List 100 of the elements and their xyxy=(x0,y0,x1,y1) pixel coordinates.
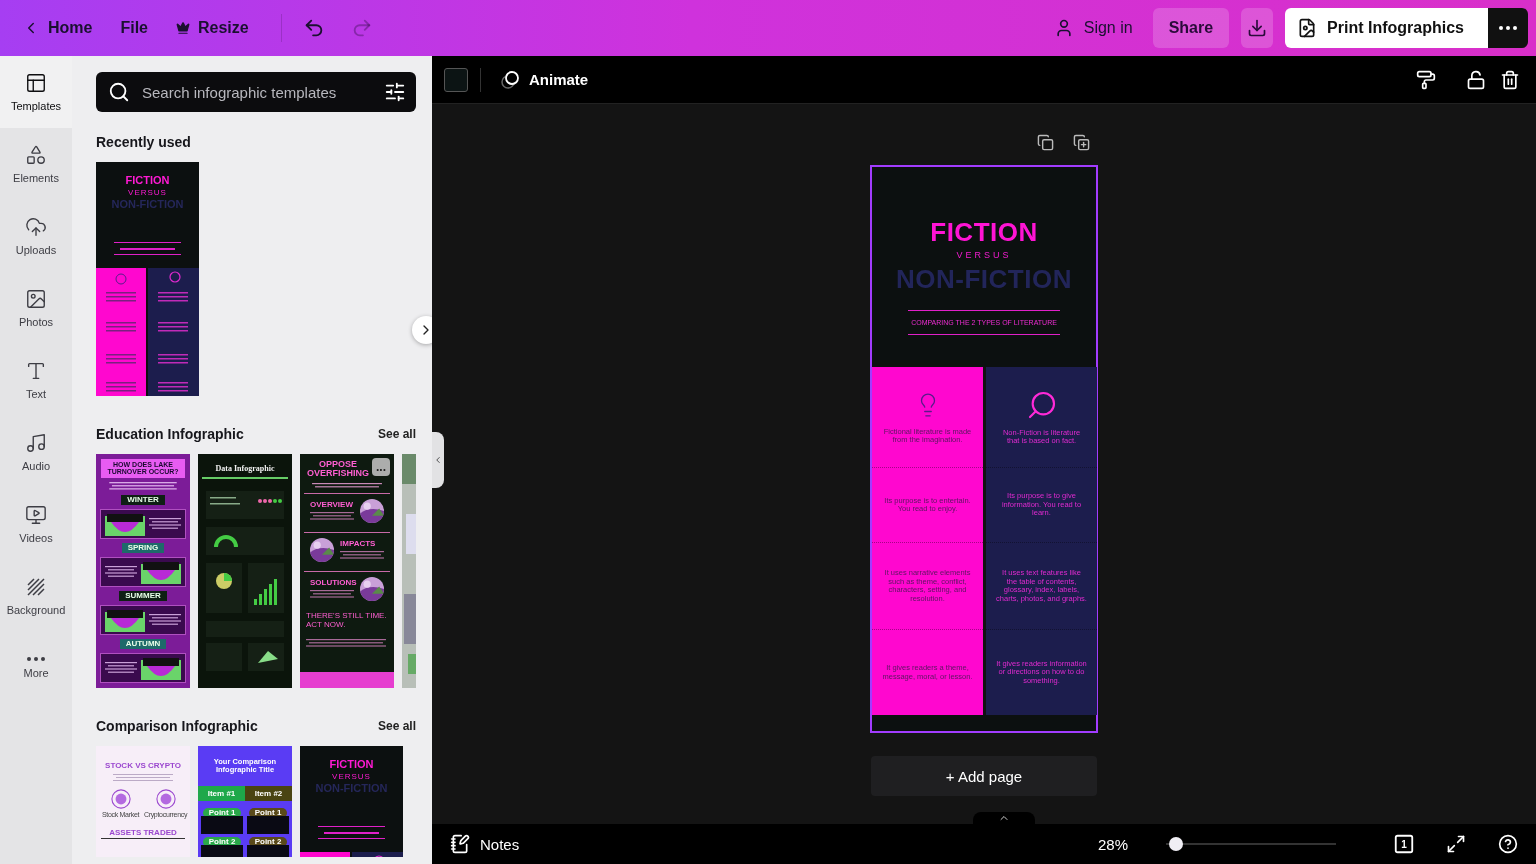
text-lines-drawing xyxy=(149,613,181,627)
season-label: WINTER xyxy=(121,495,165,505)
see-all-link[interactable]: See all xyxy=(377,427,416,441)
template-thumbnail[interactable]: FICTION VERSUS NON-FICTION xyxy=(96,162,199,396)
page-icon xyxy=(1393,833,1415,855)
page-count-button[interactable]: 1 xyxy=(1388,828,1420,860)
chart-bar xyxy=(254,599,257,606)
thumbnail-card xyxy=(247,815,289,834)
text-lines-drawing xyxy=(210,497,240,505)
item-header: Item #2 xyxy=(245,785,292,801)
section-title: Comparison Infographic xyxy=(96,718,258,734)
thumbnail-title: NON-FICTION xyxy=(111,198,184,211)
template-thumbnail[interactable] xyxy=(402,454,416,688)
text-lines-drawing xyxy=(312,482,382,490)
sidebar-tab[interactable]: More xyxy=(0,632,72,704)
more-button[interactable] xyxy=(1488,8,1528,48)
search-input[interactable]: Search infographic templates xyxy=(140,82,374,102)
lake-drawing xyxy=(141,560,181,584)
filter-icon xyxy=(384,81,406,103)
add-icon xyxy=(1072,133,1090,151)
thumbnail-title: FICTION xyxy=(329,759,374,771)
download-button[interactable] xyxy=(1241,8,1274,48)
download-icon xyxy=(1247,18,1268,38)
thumbnail-title: OPPOSE OVERFISHING xyxy=(306,460,370,479)
menu-button[interactable]: Resize xyxy=(166,8,259,48)
thumbnail-title: NON-FICTION xyxy=(315,782,388,795)
thumbnail-text: VERSUS xyxy=(128,188,167,197)
trash-icon xyxy=(1500,69,1520,90)
sidebar-tab[interactable]: Text xyxy=(0,344,72,416)
tab-icon xyxy=(25,216,47,238)
thumbnail-title: STOCK VS CRYPTO xyxy=(105,762,181,771)
menu-button[interactable]: File xyxy=(110,8,158,48)
design-text: VERSUS xyxy=(956,249,1012,261)
template-thumbnail[interactable]: FICTION VERSUS NON-FICTION xyxy=(300,746,403,857)
lake-drawing xyxy=(105,512,145,536)
notes-button[interactable]: Notes xyxy=(444,833,526,855)
more-icon xyxy=(27,657,45,661)
add-page-button[interactable]: + Add page xyxy=(871,756,1097,796)
menu-button[interactable]: Home xyxy=(12,8,103,48)
sidebar-tab[interactable]: Audio xyxy=(0,416,72,488)
paint-roller-icon xyxy=(1416,69,1436,90)
slider-thumb[interactable] xyxy=(1169,837,1184,851)
coin-icon xyxy=(110,789,131,810)
tab-icon xyxy=(25,504,47,526)
table-heading: ASSETS TRADED xyxy=(101,828,185,840)
section-heading: OVERVIEW xyxy=(310,500,353,510)
section-heading: IMPACTS xyxy=(340,539,376,549)
text-lines-drawing xyxy=(105,565,137,579)
design-title: NON-FICTION xyxy=(896,264,1072,294)
item-header: Item #1 xyxy=(198,785,245,801)
gauge-arc xyxy=(214,535,238,548)
sidebar-tab[interactable]: Background xyxy=(0,560,72,632)
sidebar-tab[interactable]: Videos xyxy=(0,488,72,560)
section-title: Education Infographic xyxy=(96,426,244,442)
text-lines-drawing xyxy=(105,661,137,675)
thumbnail-title: FICTION xyxy=(125,175,170,187)
chevron-left-icon xyxy=(433,455,443,465)
copy-icon xyxy=(1036,133,1054,151)
tab-icon xyxy=(25,144,47,166)
share-button[interactable]: Share xyxy=(1152,8,1230,48)
see-all-link[interactable]: See all xyxy=(377,719,416,733)
next-button[interactable] xyxy=(412,316,432,344)
design-page[interactable] xyxy=(870,165,1098,733)
tab-icon xyxy=(25,288,47,310)
section-title: Recently used xyxy=(96,134,191,150)
section-heading: SOLUTIONS xyxy=(310,578,357,588)
lake-drawing xyxy=(105,608,145,632)
print-button[interactable]: Print Infographics xyxy=(1285,8,1488,48)
thumbnail-card xyxy=(201,815,243,834)
hatch-icon xyxy=(25,576,47,598)
text-lines-drawing xyxy=(113,774,173,784)
collapse-handle[interactable] xyxy=(432,432,444,488)
sidebar-tab[interactable]: Photos xyxy=(0,272,72,344)
template-thumbnail[interactable]: Data Infographic xyxy=(198,454,292,688)
tab-icon xyxy=(25,432,47,454)
callout-text: THERE'S STILL TIME. ACT NOW. xyxy=(305,610,388,631)
thumbnail-card xyxy=(248,643,284,672)
coin-icon xyxy=(155,789,176,810)
animate-button[interactable]: Animate xyxy=(489,61,599,98)
season-label: AUTUMN xyxy=(119,639,167,649)
text-lines-drawing xyxy=(149,517,181,531)
notes-icon xyxy=(450,834,470,854)
help-icon xyxy=(1498,834,1518,854)
lock-icon xyxy=(1466,69,1486,90)
sidebar-tab[interactable]: Elements xyxy=(0,128,72,200)
animate-icon xyxy=(499,68,521,91)
chart-bar xyxy=(264,589,267,606)
thumbnail-text: VERSUS xyxy=(332,772,371,781)
sidebar-tab[interactable]: Templates xyxy=(0,56,72,128)
search-field[interactable]: Search infographic templates xyxy=(96,72,416,112)
zoom-value: 28% xyxy=(1097,835,1128,853)
sidebar-tab[interactable]: Uploads xyxy=(0,200,72,272)
design-title: FICTION xyxy=(930,217,1038,247)
more-options-button[interactable]: ... xyxy=(372,458,390,476)
sign-in-button[interactable]: Sign in xyxy=(1039,8,1147,48)
lake-drawing xyxy=(141,656,181,680)
tab-icon xyxy=(25,360,47,382)
text-lines-drawing xyxy=(340,551,384,561)
color-swatch[interactable] xyxy=(444,67,468,92)
chart-bar xyxy=(259,594,262,606)
